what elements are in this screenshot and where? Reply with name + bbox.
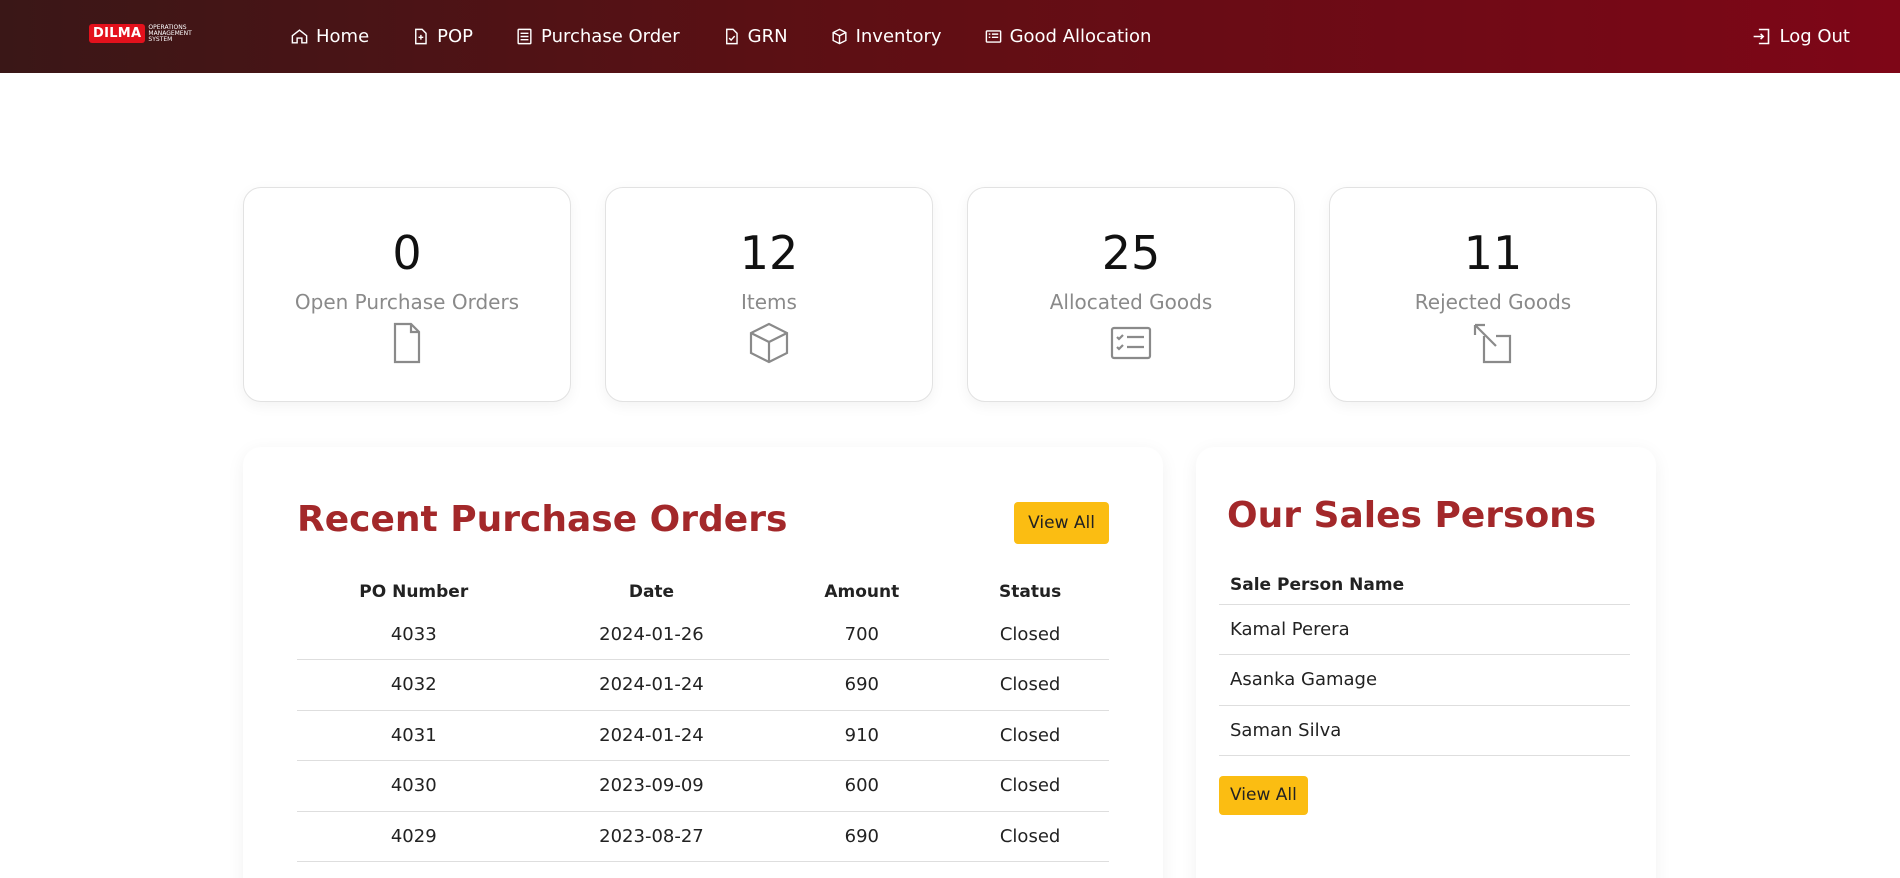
top-navbar: DILMA OPERATIONS MANAGEMENT SYSTEM Home … xyxy=(0,0,1900,73)
po-table: PO Number Date Amount Status 4033 2024-0… xyxy=(297,575,1109,862)
stat-label: Allocated Goods xyxy=(1049,290,1213,314)
stat-value: 0 xyxy=(392,226,422,280)
logout-icon xyxy=(1754,28,1770,45)
po-table-header: PO Number Date Amount Status xyxy=(297,575,1109,609)
po-amount: 690 xyxy=(772,659,952,711)
stat-label: Items xyxy=(741,290,797,314)
table-row[interactable]: 4029 2023-08-27 690 Closed xyxy=(297,811,1109,862)
box-icon xyxy=(746,320,792,366)
stat-card-rejected-goods[interactable]: 11 Rejected Goods xyxy=(1329,187,1657,402)
stat-value: 12 xyxy=(739,226,799,280)
nav-home[interactable]: Home xyxy=(290,26,369,47)
col-header[interactable]: Amount xyxy=(772,575,951,609)
stats-row: 0 Open Purchase Orders 12 Items 25 Alloc… xyxy=(243,187,1657,402)
nav-home-label: Home xyxy=(316,26,370,47)
brand-tagline: OPERATIONS MANAGEMENT SYSTEM xyxy=(148,24,191,43)
po-amount: 910 xyxy=(772,710,952,761)
table-row[interactable]: 4033 2024-01-26 700 Closed xyxy=(297,609,1109,660)
po-number: 4031 xyxy=(297,710,531,761)
home-icon xyxy=(291,29,308,44)
col-header[interactable]: Date xyxy=(531,575,773,609)
brand-badge: DILMA xyxy=(89,24,146,43)
sales-person-name: Kamal Perera xyxy=(1219,604,1630,655)
nav-purchase-order-label: Purchase Order xyxy=(541,26,680,47)
nav-pop-label: POP xyxy=(437,26,474,47)
file-plus-icon xyxy=(415,28,427,45)
logout-label: Log Out xyxy=(1779,26,1850,47)
po-number: 4032 xyxy=(297,659,531,711)
stat-label: Rejected Goods xyxy=(1414,290,1572,314)
po-amount: 690 xyxy=(772,811,952,862)
stat-card-allocated-goods[interactable]: 25 Allocated Goods xyxy=(967,187,1295,402)
nav-grn[interactable]: GRN xyxy=(722,26,788,47)
nav-grn-label: GRN xyxy=(747,26,788,47)
nav-inventory[interactable]: Inventory xyxy=(830,26,942,47)
logout-button[interactable]: Log Out xyxy=(1751,0,1850,73)
stat-label: Open Purchase Orders xyxy=(294,290,520,314)
po-date: 2023-08-27 xyxy=(530,811,773,862)
sales-view-all-button[interactable]: View All xyxy=(1219,776,1308,815)
po-date: 2024-01-24 xyxy=(530,710,773,761)
recent-purchase-orders-panel: Recent Purchase Orders View All PO Numbe… xyxy=(243,447,1163,878)
po-status: Closed xyxy=(951,760,1109,812)
file-check-icon xyxy=(725,28,738,45)
sales-persons-panel: Our Sales Persons Sale Person Name Kamal… xyxy=(1196,447,1656,878)
nav-good-allocation[interactable]: Good Allocation xyxy=(984,26,1152,47)
file-icon xyxy=(384,320,430,366)
main-nav: Home POP Purchase Order GRN Inventory Go… xyxy=(290,0,1193,73)
po-number: 4029 xyxy=(297,811,531,862)
list-card-icon xyxy=(985,30,1001,43)
po-date: 2024-01-26 xyxy=(530,609,773,660)
col-header: Sale Person Name xyxy=(1219,566,1630,605)
po-status: Closed xyxy=(951,609,1109,660)
sales-person-name: Saman Silva xyxy=(1219,705,1630,756)
po-number: 4030 xyxy=(297,760,531,812)
po-status: Closed xyxy=(951,811,1109,862)
nav-inventory-label: Inventory xyxy=(855,26,942,47)
arrow-expand-icon xyxy=(1470,320,1516,366)
nav-good-allocation-label: Good Allocation xyxy=(1009,26,1152,47)
checklist-icon xyxy=(1108,320,1154,366)
box-icon xyxy=(832,28,847,45)
sales-table: Sale Person Name Kamal Perera Asanka Gam… xyxy=(1219,566,1630,756)
table-row[interactable]: Asanka Gamage xyxy=(1219,654,1630,706)
stat-value: 25 xyxy=(1101,226,1161,280)
po-number: 4033 xyxy=(297,609,531,660)
stat-value: 11 xyxy=(1463,226,1523,280)
document-list-icon xyxy=(517,28,532,45)
po-date: 2024-01-24 xyxy=(530,659,773,711)
table-row[interactable]: 4032 2024-01-24 690 Closed xyxy=(297,659,1109,711)
nav-purchase-order[interactable]: Purchase Order xyxy=(515,26,680,47)
recent-po-title: Recent Purchase Orders xyxy=(297,499,788,540)
po-date: 2023-09-09 xyxy=(530,760,773,812)
sales-person-name: Asanka Gamage xyxy=(1219,654,1630,706)
stat-card-items[interactable]: 12 Items xyxy=(605,187,933,402)
table-row[interactable]: Kamal Perera xyxy=(1219,604,1630,655)
table-row[interactable]: 4030 2023-09-09 600 Closed xyxy=(297,760,1109,812)
table-row[interactable]: 4031 2024-01-24 910 Closed xyxy=(297,710,1109,761)
po-amount: 600 xyxy=(772,760,952,812)
brand-logo[interactable]: DILMA OPERATIONS MANAGEMENT SYSTEM xyxy=(89,24,192,43)
po-view-all-button[interactable]: View All xyxy=(1014,502,1109,544)
col-header[interactable]: PO Number xyxy=(297,575,531,609)
col-header[interactable]: Status xyxy=(951,575,1109,609)
po-status: Closed xyxy=(951,710,1109,761)
stat-card-open-purchase-orders[interactable]: 0 Open Purchase Orders xyxy=(243,187,571,402)
brand-tagline-line: SYSTEM xyxy=(148,35,173,43)
nav-pop[interactable]: POP xyxy=(411,26,473,47)
po-status: Closed xyxy=(951,659,1109,711)
po-amount: 700 xyxy=(772,609,952,660)
sales-table-header: Sale Person Name xyxy=(1219,566,1630,605)
sales-title: Our Sales Persons xyxy=(1227,495,1597,536)
table-row[interactable]: Saman Silva xyxy=(1219,705,1630,756)
